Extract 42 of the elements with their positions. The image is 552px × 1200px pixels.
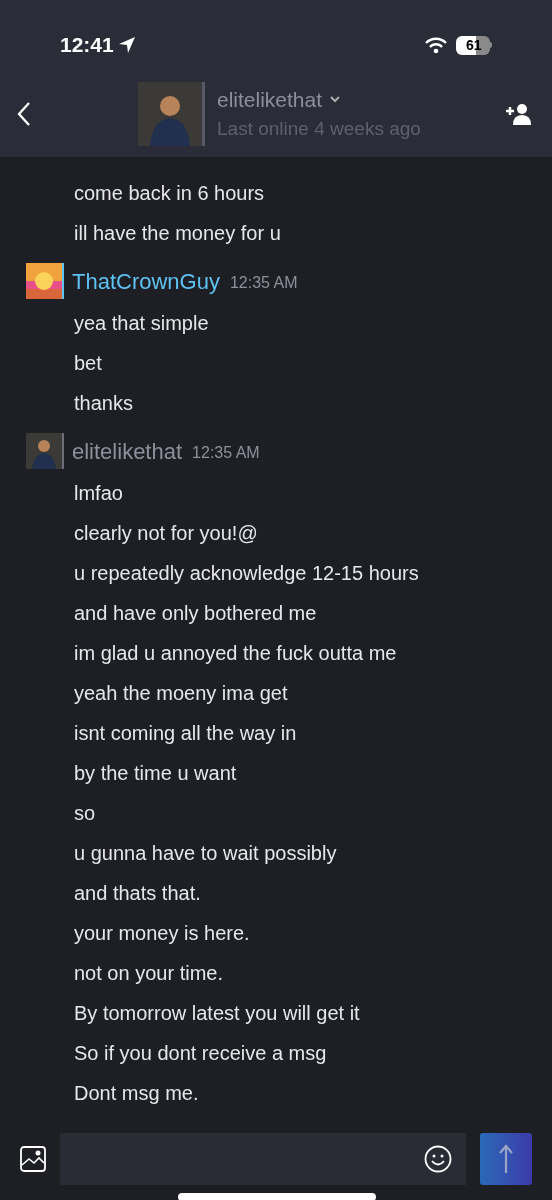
location-arrow-icon <box>117 36 136 54</box>
send-button[interactable] <box>480 1133 532 1185</box>
arrow-up-icon <box>499 1144 513 1174</box>
add-friend-icon[interactable] <box>506 102 532 125</box>
message-text: yeah the moeny ima get <box>74 681 289 706</box>
message-text: u gunna have to wait possibly <box>74 841 338 866</box>
message-text: and thats that. <box>74 881 202 906</box>
message-text: your money is here. <box>74 921 251 946</box>
message-text: so <box>74 801 97 826</box>
avatar <box>26 433 62 469</box>
image-icon[interactable] <box>20 1146 46 1172</box>
message-text: bet <box>74 351 103 376</box>
avatar <box>138 81 202 146</box>
message-text: isnt coming all the way in <box>74 721 298 746</box>
message-input-field[interactable] <box>60 1133 466 1185</box>
last-online-status: Last online 4 weeks ago <box>217 117 421 141</box>
battery-level: 61 <box>466 35 482 55</box>
message-text: by the time u want <box>74 761 238 786</box>
sender-name[interactable]: elitelikethat <box>72 434 183 468</box>
sender-name[interactable]: ThatCrownGuy <box>72 264 220 298</box>
message-text: and have only bothered me <box>74 601 318 626</box>
chevron-down-icon[interactable] <box>330 95 341 103</box>
message-text: u repeatedly acknowledge 12-15 hours <box>74 561 420 586</box>
message-text: ill have the money for u <box>74 221 282 246</box>
message-text: lmfao <box>74 481 124 506</box>
message-text: By tomorrow latest you will get it <box>74 1001 361 1026</box>
message-time: 12:35 AM <box>192 442 260 463</box>
back-icon[interactable] <box>16 100 32 127</box>
contact-name[interactable]: elitelikethat <box>217 83 323 115</box>
message-text: So if you dont receive a msg <box>74 1041 328 1066</box>
message-text: not on your time. <box>74 961 224 986</box>
message-time: 12:35 AM <box>229 272 298 293</box>
avatar <box>26 263 62 299</box>
message-text: clearly not for you!@ <box>74 521 259 546</box>
message-text: im glad u annoyed the fuck outta me <box>74 641 398 666</box>
message-text: come back in 6 hours <box>74 181 266 206</box>
message-text: Dont msg me. <box>74 1081 200 1106</box>
message-text: thanks <box>74 391 134 416</box>
wifi-icon <box>424 36 448 54</box>
message-text: yea that simple <box>74 311 210 336</box>
emoji-icon[interactable] <box>424 1145 452 1173</box>
clock-time: 12:41 <box>60 32 114 59</box>
